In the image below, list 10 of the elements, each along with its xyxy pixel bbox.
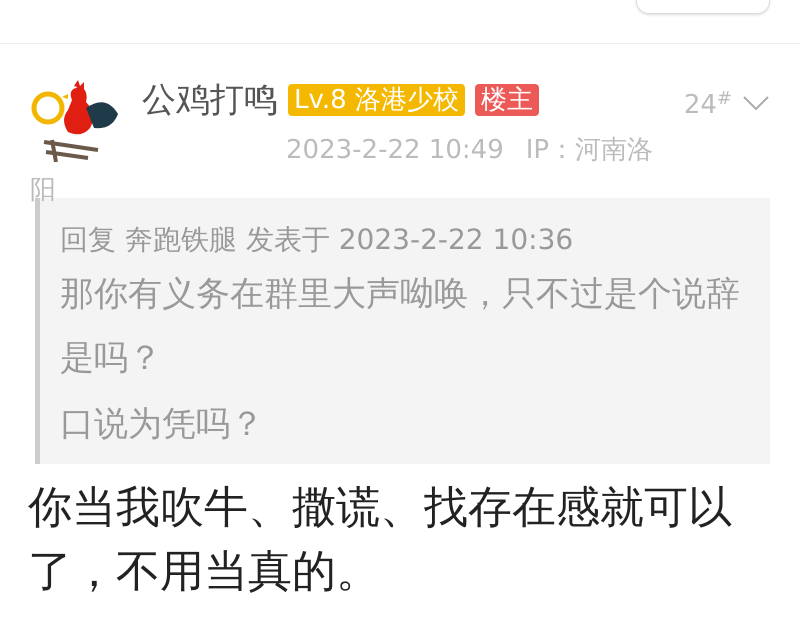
author-name[interactable]: 公鸡打鸣 [142,74,278,126]
floor-number: 24$^{#}$ [684,86,732,122]
quote-header: 回复 奔跑铁腿 发表于 2023-2-22 10:36 [60,222,574,258]
post-meta: 2023-2-22 10:49 IP：河南洛阳 [30,134,654,207]
quote-text: 那你有义务在群里大声呦唤，只不过是个说辞是吗？ [60,273,741,380]
level-badge: Lv.8 洛港少校 [288,84,465,116]
quote-text: 口说为凭吗？ [60,403,265,446]
chevron-down-icon[interactable] [742,95,770,111]
owner-badge: 楼主 [474,84,539,116]
post-body: 你当我吹牛、撒谎、找存在感就可以了，不用当真的。 [27,481,733,599]
